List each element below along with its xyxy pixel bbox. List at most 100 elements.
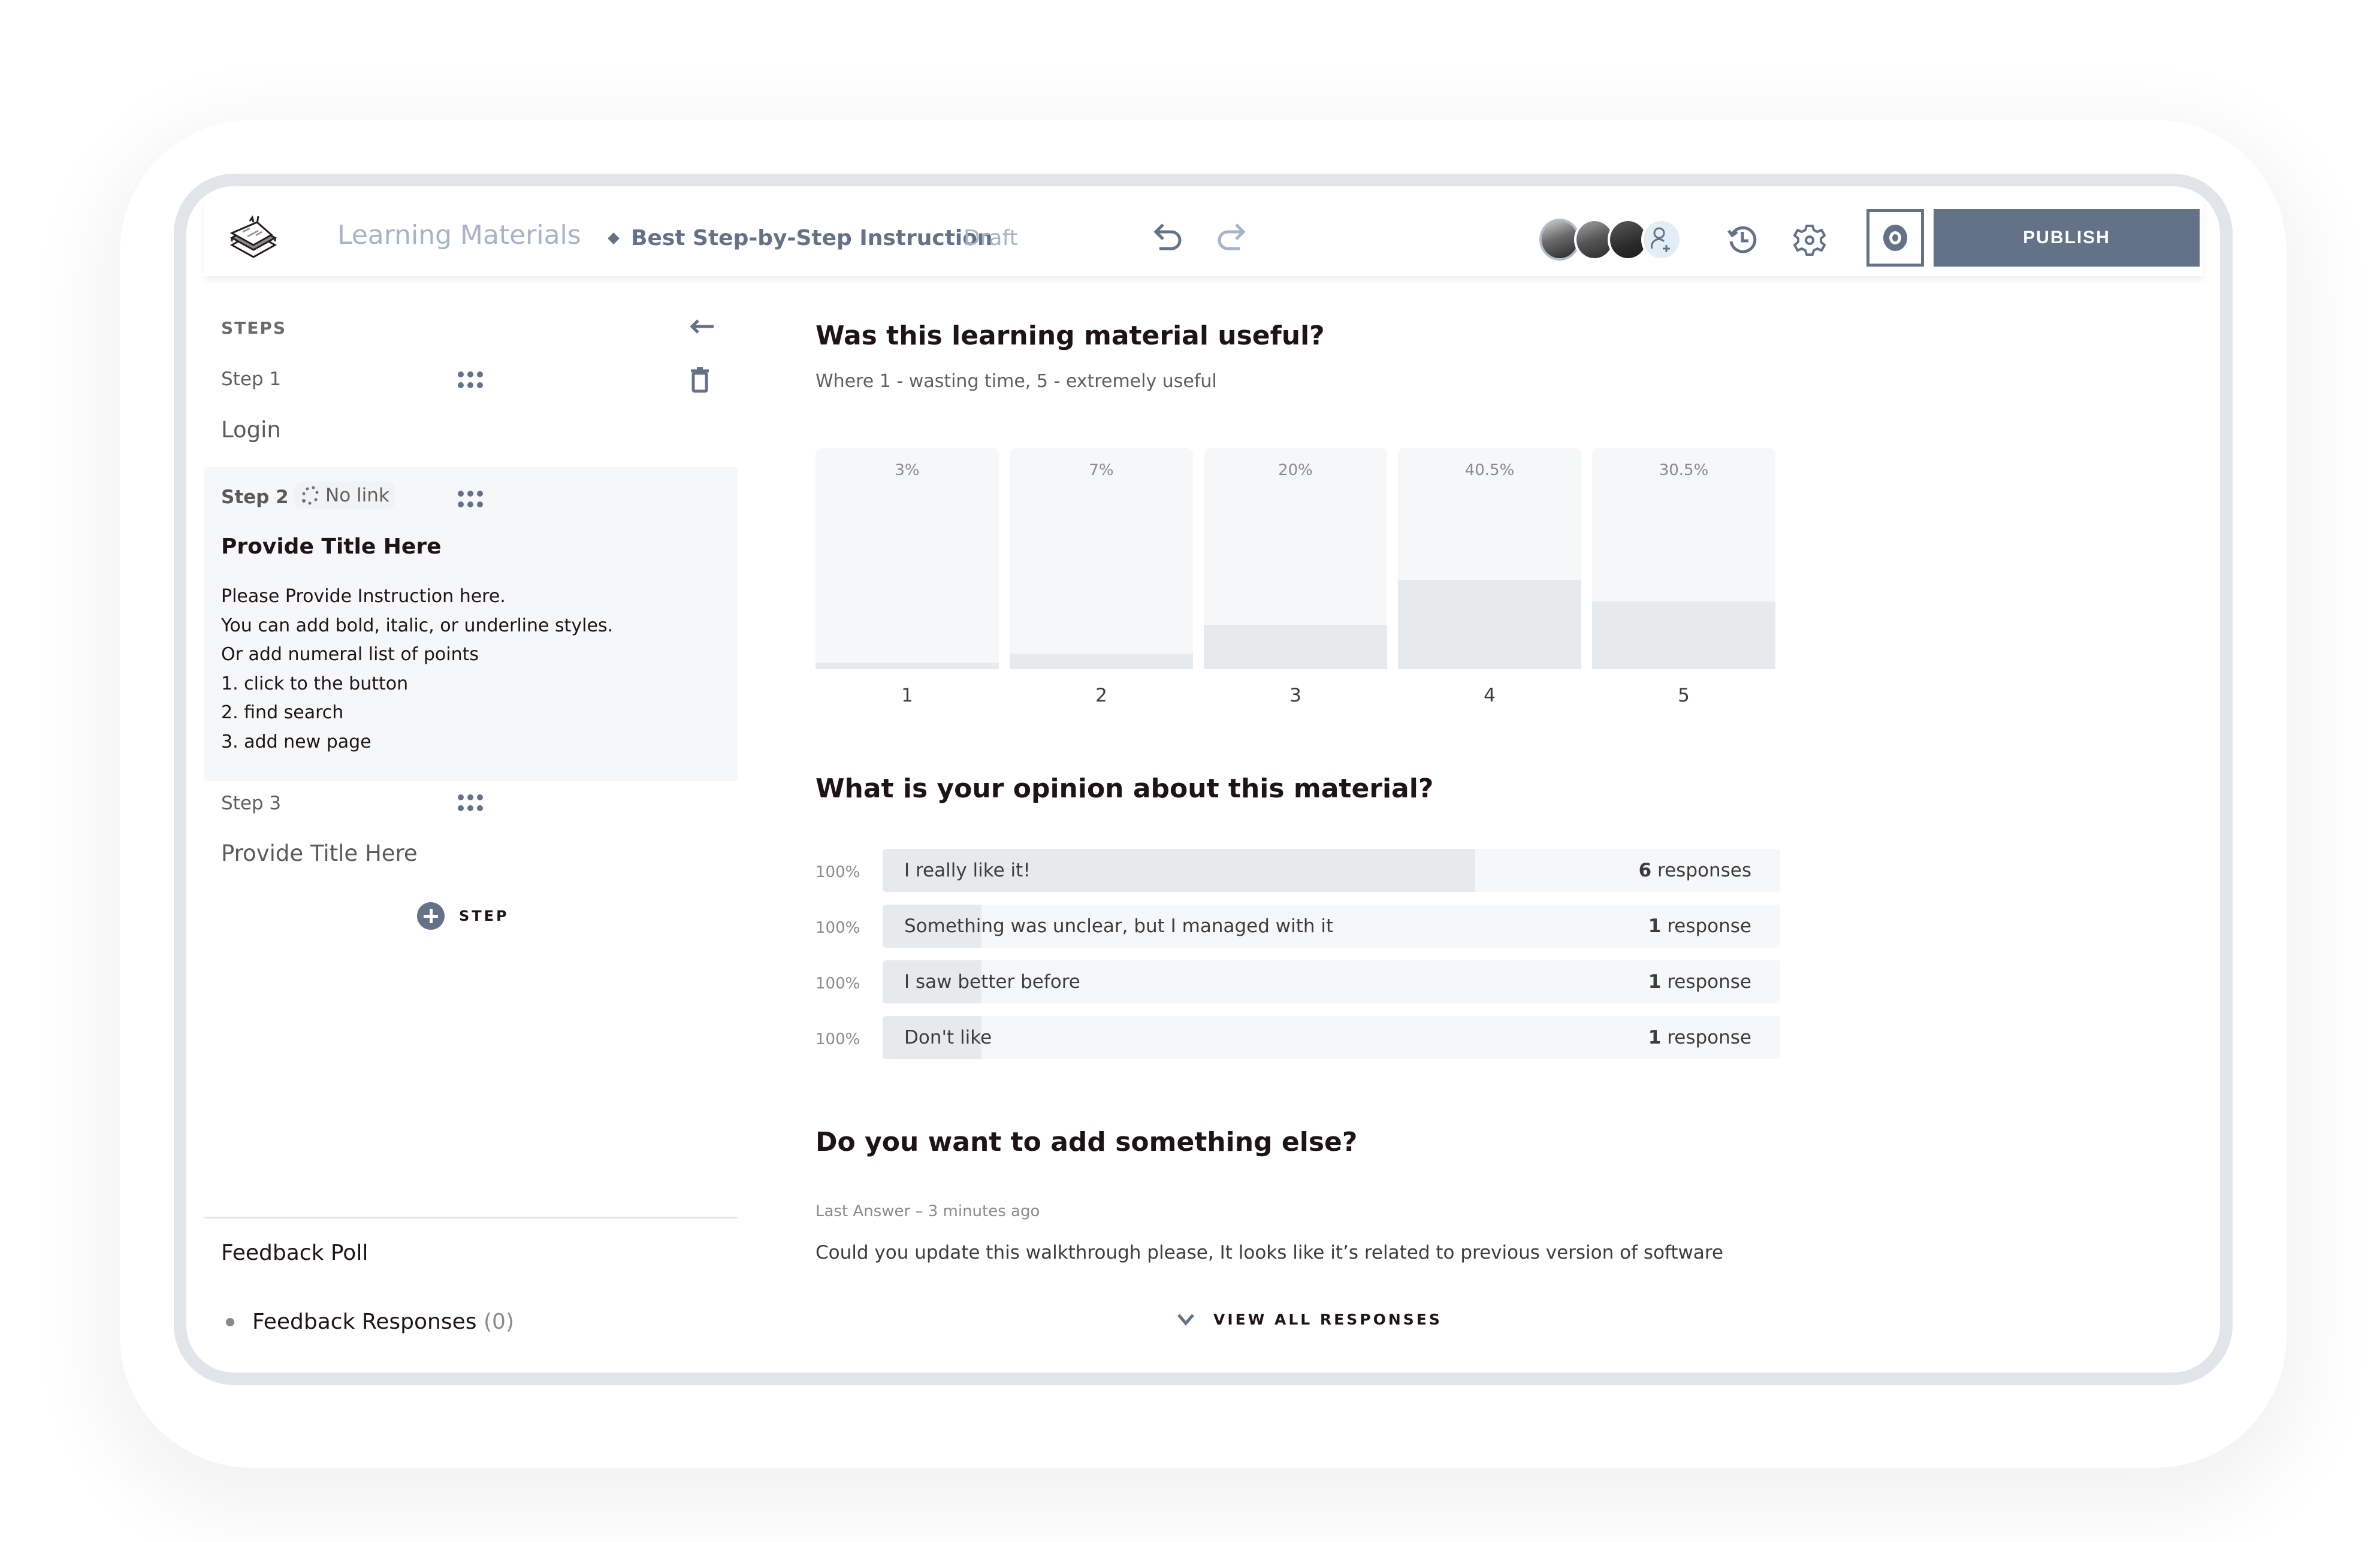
step-item-active[interactable]: Step 2 No link Provide Title Here Please…	[204, 467, 738, 781]
rating-bar-3: 20%	[1204, 448, 1387, 669]
opinion-label: I really like it!	[904, 860, 1031, 881]
gear-icon[interactable]	[1793, 223, 1826, 256]
rating-category-label: 1	[901, 685, 913, 706]
question-title: Was this learning material useful?	[816, 321, 1325, 351]
step-instructions[interactable]: Please Provide Instruction here. You can…	[221, 582, 613, 757]
feedback-poll-title[interactable]: Feedback Poll	[221, 1241, 368, 1265]
instruction-line: 1. click to the button	[221, 673, 409, 694]
rating-bar-value-label: 3%	[895, 461, 920, 479]
opinion-bar: Don't like 1 response	[883, 1016, 1780, 1059]
step-label: Step 1	[221, 368, 282, 390]
instruction-line: You can add bold, italic, or underline s…	[221, 615, 614, 636]
rating-bar-2: 7%	[1010, 448, 1193, 669]
bullet-icon	[226, 1317, 234, 1326]
rating-bar-value-label: 30.5%	[1659, 461, 1709, 479]
feedback-responses-label: Feedback Responses	[252, 1310, 477, 1334]
question-title: What is your opinion about this material…	[816, 773, 1434, 804]
opinion-label: Something was unclear, but I managed wit…	[904, 915, 1334, 937]
feedback-responses-count: (0)	[484, 1310, 514, 1334]
breadcrumb-separator	[608, 232, 620, 244]
draft-status-label: Draft	[964, 226, 1018, 250]
history-icon[interactable]	[1726, 223, 1759, 256]
chevron-down-icon	[1177, 1313, 1194, 1326]
view-all-responses-label: VIEW ALL RESPONSES	[1213, 1311, 1442, 1328]
app-window: Learning Materials Best Step-by-Step Ins…	[174, 174, 2233, 1385]
steps-sidebar: STEPS Step 1 Login Step 2 No link Provid…	[204, 276, 738, 1372]
opinion-row: 100% I saw better before 1 response	[816, 960, 1780, 1003]
instruction-line: 3. add new page	[221, 731, 372, 752]
step-label: Step 2	[221, 486, 289, 508]
opinion-percent: 100%	[816, 975, 860, 993]
drag-handle-icon[interactable]	[457, 490, 484, 508]
broken-link-icon	[302, 486, 319, 505]
app-title[interactable]: Learning Materials	[337, 220, 581, 250]
rating-category-label: 5	[1678, 685, 1690, 706]
opinion-percent: 100%	[816, 919, 860, 937]
step-title[interactable]: Provide Title Here	[221, 534, 442, 559]
collapse-sidebar-arrow-icon[interactable]	[690, 316, 716, 337]
rating-bar-value-label: 7%	[1089, 461, 1114, 479]
add-step-button[interactable]: STEP	[417, 902, 509, 930]
trash-icon[interactable]	[690, 366, 710, 394]
opinion-response-count: 1 response	[1648, 915, 1751, 937]
opinion-bar: Something was unclear, but I managed wit…	[883, 905, 1780, 948]
opinion-percent: 100%	[816, 863, 860, 881]
rating-category-label: 3	[1289, 685, 1301, 706]
opinion-bar: I saw better before 1 response	[883, 960, 1780, 1003]
add-user-button[interactable]	[1641, 219, 1682, 261]
add-step-label: STEP	[459, 908, 509, 924]
preview-button[interactable]	[1866, 209, 1924, 267]
rating-bar-fill	[1204, 625, 1387, 669]
answer-text: Could you update this walkthrough please…	[816, 1242, 1723, 1263]
rating-bar-chart: 3% 1 7% 2 20% 3 40.5% 4 30.5% 5	[816, 448, 1780, 730]
view-all-responses-button[interactable]: VIEW ALL RESPONSES	[1176, 1311, 1442, 1328]
opinion-percent: 100%	[816, 1030, 860, 1048]
opinion-response-count: 1 response	[1648, 1027, 1751, 1048]
document-title[interactable]: Best Step-by-Step Instruction	[631, 226, 993, 250]
collaborators-group	[1539, 219, 1695, 261]
stacked-books-logo-icon[interactable]	[229, 215, 277, 259]
redo-icon[interactable]	[1217, 222, 1248, 256]
instruction-line: Or add numeral list of points	[221, 644, 479, 665]
rating-bar-fill	[1010, 654, 1193, 669]
opinion-row: 100% Something was unclear, but I managed…	[816, 905, 1780, 948]
rating-bar-5: 30.5%	[1592, 448, 1775, 669]
add-user-icon	[1650, 227, 1670, 252]
step-title-placeholder[interactable]: Provide Title Here	[221, 840, 418, 866]
question-subtitle: Where 1 - wasting time, 5 - extremely us…	[816, 371, 1217, 392]
rating-category-label: 2	[1095, 685, 1107, 706]
rating-bar-4: 40.5%	[1398, 448, 1581, 669]
rating-bar-fill	[1592, 601, 1775, 669]
step-item[interactable]: Step 1 Login	[204, 360, 738, 462]
step-label: Step 3	[221, 793, 282, 814]
drag-handle-icon[interactable]	[457, 371, 484, 389]
link-status-chip[interactable]: No link	[294, 482, 395, 509]
last-answer-meta: Last Answer – 3 minutes ago	[816, 1202, 1040, 1220]
opinion-response-count: 1 response	[1648, 971, 1751, 993]
rating-bar-value-label: 40.5%	[1464, 461, 1515, 479]
rating-bar-fill	[816, 662, 999, 669]
rating-bar-fill	[1398, 579, 1581, 669]
poll-results: Was this learning material useful? Where…	[816, 276, 2194, 1372]
step-item[interactable]: Step 3 Provide Title Here	[204, 785, 738, 887]
rating-bar-value-label: 20%	[1278, 461, 1313, 479]
rating-bar-1: 3%	[816, 448, 999, 669]
publish-button[interactable]: PUBLISH	[1934, 209, 2200, 267]
rating-category-label: 4	[1484, 685, 1496, 706]
plus-circle-icon	[417, 902, 445, 930]
eye-icon	[1883, 225, 1907, 251]
opinion-row: 100% I really like it! 6 responses	[816, 849, 1780, 892]
opinion-bar: I really like it! 6 responses	[883, 849, 1780, 892]
top-bar: Learning Materials Best Step-by-Step Ins…	[204, 199, 2203, 276]
step-title[interactable]: Login	[221, 417, 281, 443]
link-status-label: No link	[325, 485, 389, 506]
sidebar-divider	[204, 1217, 738, 1219]
opinion-label: Don't like	[904, 1027, 992, 1048]
instruction-line: 2. find search	[221, 702, 344, 723]
drag-handle-icon[interactable]	[457, 794, 484, 812]
undo-icon[interactable]	[1151, 222, 1182, 256]
instruction-line: Please Provide Instruction here.	[221, 586, 506, 607]
feedback-responses-item[interactable]: Feedback Responses (0)	[226, 1310, 514, 1334]
opinion-label: I saw better before	[904, 971, 1080, 993]
steps-heading: STEPS	[221, 318, 287, 338]
